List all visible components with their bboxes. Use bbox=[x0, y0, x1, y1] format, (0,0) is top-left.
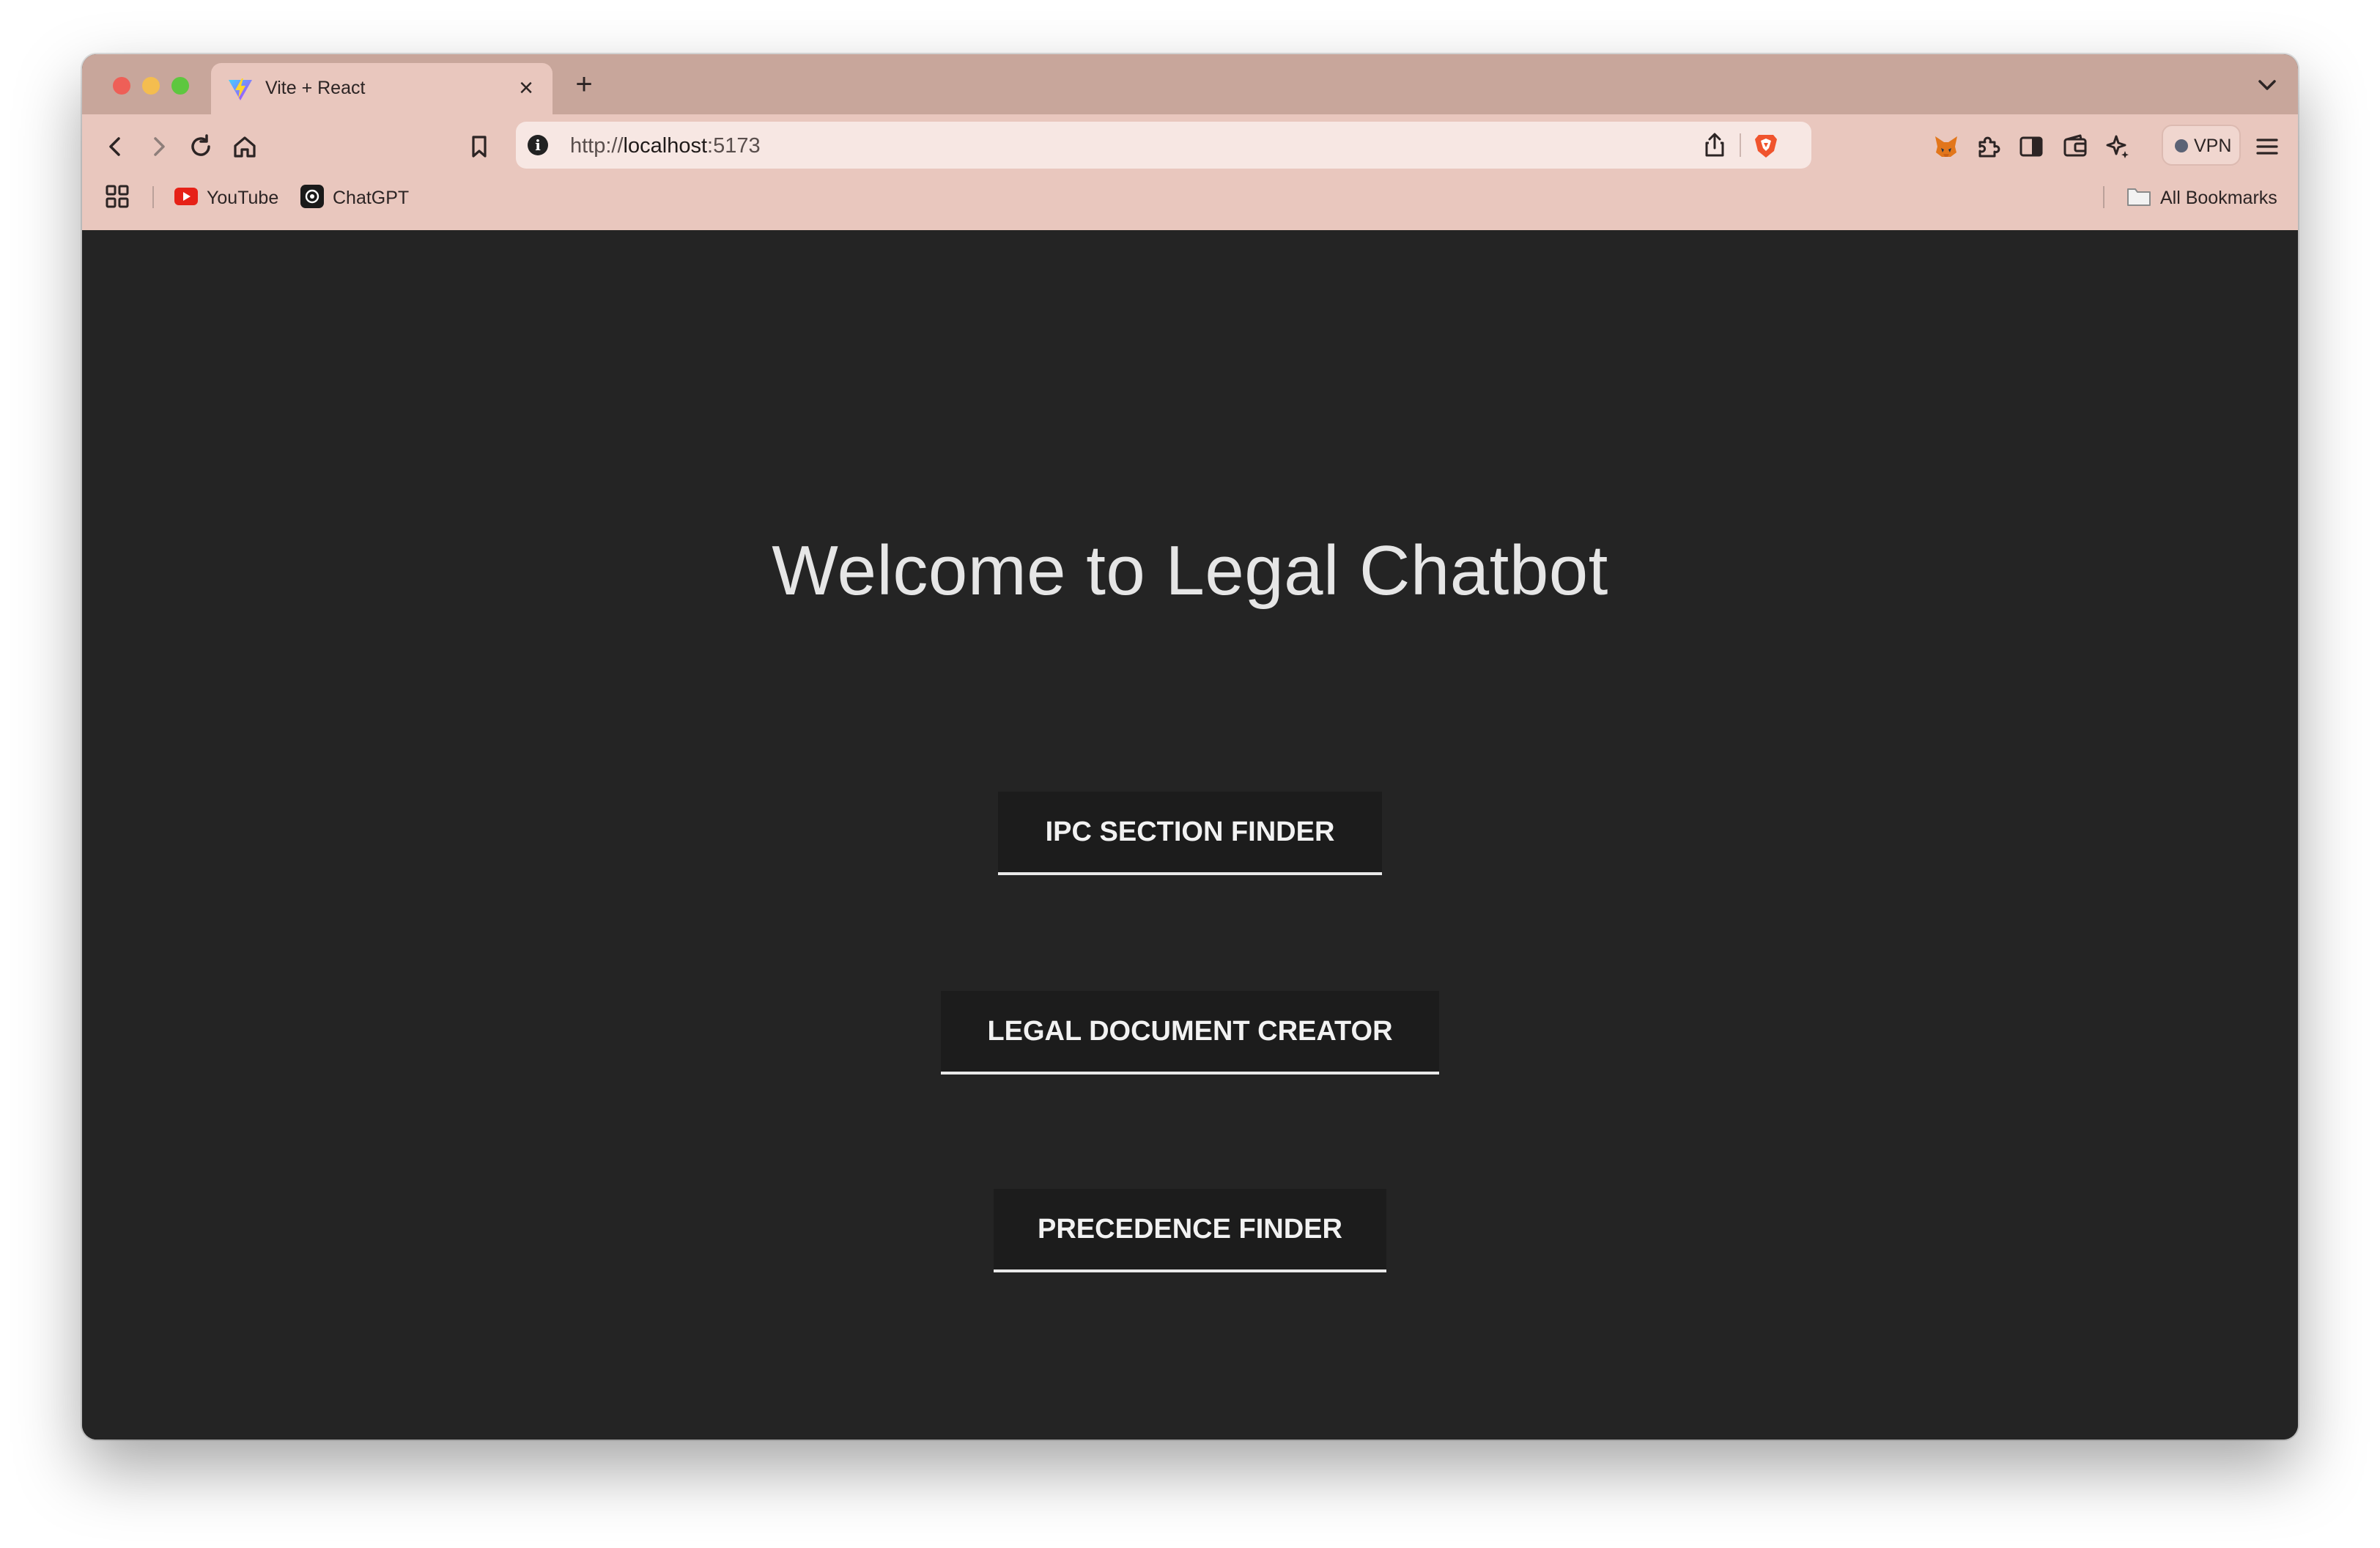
tab-list-chevron-icon[interactable] bbox=[2252, 70, 2282, 100]
bookmark-page-icon[interactable] bbox=[465, 132, 494, 161]
bookmarks-separator bbox=[2103, 186, 2104, 208]
sidebar-icon[interactable] bbox=[2017, 132, 2046, 161]
tab-title: Vite + React bbox=[265, 78, 366, 98]
bookmarks-separator bbox=[152, 186, 154, 208]
bookmark-label: YouTube bbox=[207, 188, 279, 208]
close-window-button[interactable] bbox=[113, 77, 130, 95]
vpn-label: VPN bbox=[2194, 136, 2232, 156]
legal-document-creator-button[interactable]: LEGAL DOCUMENT CREATOR bbox=[941, 991, 1439, 1075]
vpn-status-icon bbox=[2175, 139, 2188, 152]
youtube-icon bbox=[174, 188, 198, 205]
vite-logo-icon bbox=[227, 76, 254, 103]
address-bar[interactable]: i http://localhost:5173 bbox=[516, 122, 1811, 169]
forward-icon[interactable] bbox=[144, 132, 173, 161]
bookmarks-bar: YouTube ChatGPT All Bookmarks bbox=[82, 173, 2298, 221]
page-content: Welcome to Legal Chatbot IPC SECTION FIN… bbox=[82, 230, 2298, 1440]
apps-grid-icon[interactable] bbox=[104, 183, 130, 210]
all-bookmarks-button[interactable]: All Bookmarks bbox=[2126, 182, 2285, 211]
extensions-puzzle-icon[interactable] bbox=[1974, 132, 2003, 161]
tab-vite-react[interactable]: Vite + React × bbox=[211, 63, 552, 114]
metamask-fox-icon[interactable] bbox=[1932, 132, 1961, 161]
url-text[interactable]: http://localhost:5173 bbox=[570, 134, 761, 158]
folder-icon bbox=[2126, 186, 2151, 207]
brave-shields-icon[interactable] bbox=[1751, 130, 1781, 160]
vpn-button[interactable]: VPN bbox=[2162, 125, 2241, 166]
menu-hamburger-icon[interactable] bbox=[2252, 132, 2282, 161]
wallet-icon[interactable] bbox=[2061, 132, 2090, 161]
bookmark-youtube[interactable]: YouTube bbox=[174, 182, 279, 211]
share-icon[interactable] bbox=[1700, 130, 1729, 160]
maximize-window-button[interactable] bbox=[171, 77, 189, 95]
browser-window: Vite + React × + i http://localhost:5173 bbox=[82, 54, 2298, 1440]
chatgpt-icon bbox=[300, 185, 324, 208]
browser-toolbar: i http://localhost:5173 VPN YouTube Chat… bbox=[82, 114, 2298, 232]
tab-strip: Vite + React × + bbox=[82, 54, 2298, 114]
home-icon[interactable] bbox=[230, 132, 259, 161]
page-title: Welcome to Legal Chatbot bbox=[772, 531, 1608, 610]
leo-ai-sparkle-icon[interactable] bbox=[2103, 132, 2132, 161]
all-bookmarks-label: All Bookmarks bbox=[2160, 188, 2277, 208]
new-tab-button[interactable]: + bbox=[566, 66, 602, 103]
site-info-icon[interactable]: i bbox=[528, 135, 548, 155]
bookmark-chatgpt[interactable]: ChatGPT bbox=[300, 182, 410, 211]
close-tab-icon[interactable]: × bbox=[513, 72, 539, 104]
back-icon[interactable] bbox=[101, 132, 130, 161]
precedence-finder-button[interactable]: PRECEDENCE FINDER bbox=[994, 1189, 1386, 1272]
bookmark-label: ChatGPT bbox=[333, 188, 410, 208]
ipc-section-finder-button[interactable]: IPC SECTION FINDER bbox=[998, 792, 1382, 875]
address-divider bbox=[1740, 133, 1741, 157]
reload-icon[interactable] bbox=[186, 132, 215, 161]
minimize-window-button[interactable] bbox=[142, 77, 160, 95]
